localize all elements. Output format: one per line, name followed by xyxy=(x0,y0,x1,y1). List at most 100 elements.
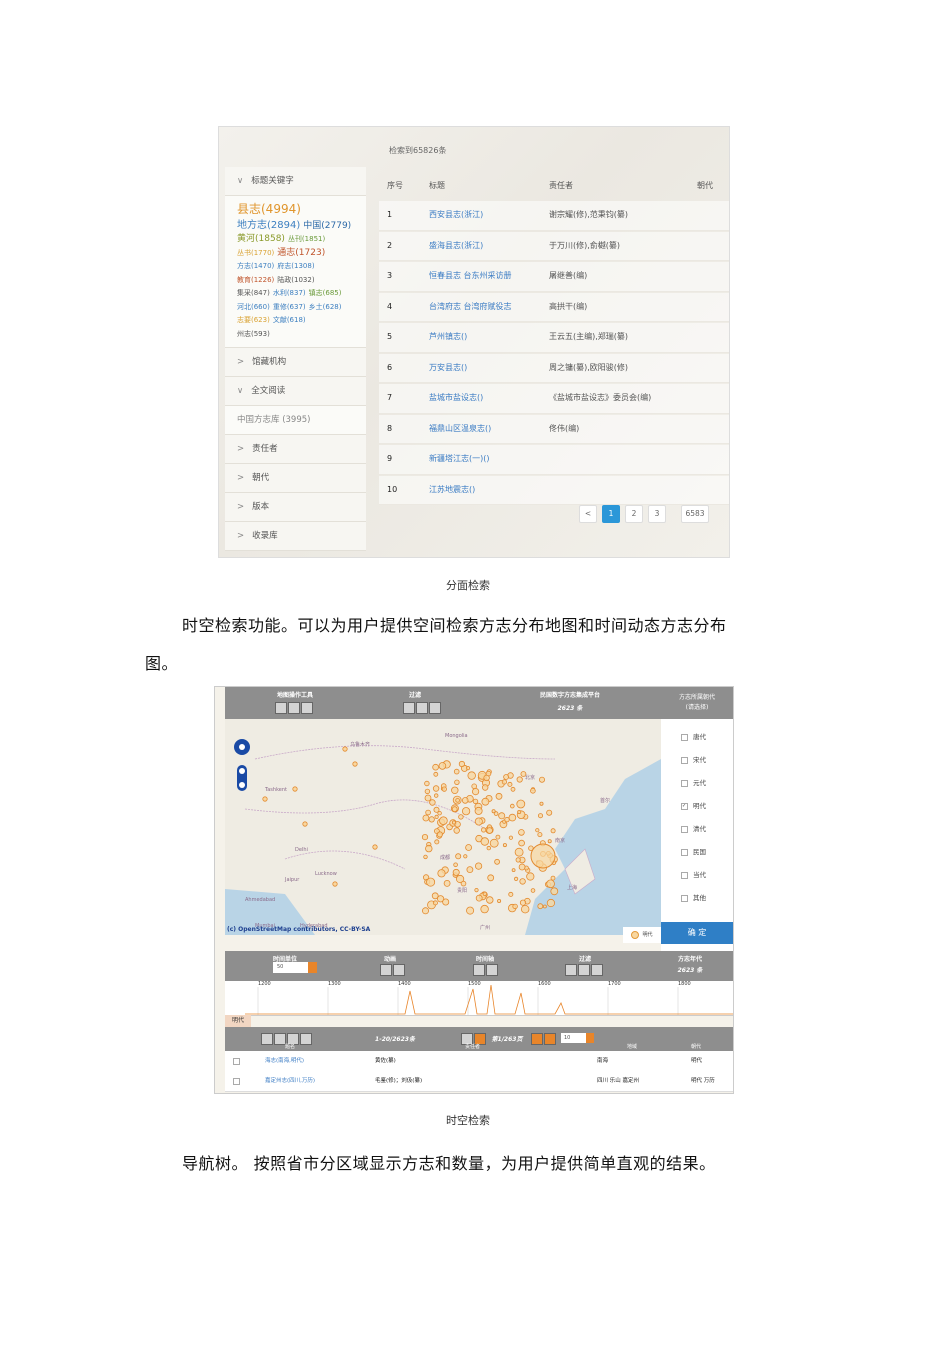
row-title-link[interactable]: 江苏地震志() xyxy=(429,476,475,505)
keyword-facet-item[interactable]: 县志(4994) xyxy=(237,202,301,216)
map-point xyxy=(458,760,465,768)
zoom-out-axis-icon[interactable] xyxy=(486,964,498,976)
facet-edition[interactable]: > 版本 xyxy=(225,493,366,522)
keyword-facet-item[interactable]: 方志(1470) xyxy=(237,262,274,270)
map-point xyxy=(481,797,490,806)
result-row[interactable]: 嘉定州志(四川,万历) 毛鉴(修)；刘伋(纂) 四川 乐山 嘉定州 明代 万历 xyxy=(225,1071,733,1092)
keyword-facet-item[interactable]: 地方志(2894) xyxy=(237,220,300,231)
legend-dot-icon xyxy=(631,930,640,939)
zoom-in-axis-icon[interactable] xyxy=(473,964,485,976)
map-point xyxy=(501,779,507,785)
filter-clear-icon[interactable] xyxy=(591,964,603,976)
row-title-link[interactable]: 万安县志() xyxy=(429,354,467,383)
facet-title-keyword[interactable]: ∨ 标题关键字 xyxy=(225,167,366,196)
checkbox[interactable] xyxy=(681,848,688,856)
pan-control[interactable] xyxy=(233,735,253,807)
keyword-facet-item[interactable]: 镇志(685) xyxy=(309,289,342,297)
facet-responsible[interactable]: > 责任者 xyxy=(225,435,366,464)
facet-fulltext[interactable]: ∨ 全文阅读 xyxy=(225,377,366,406)
dynasty-option[interactable]: 唐代 xyxy=(681,731,706,741)
map-tools-label: 地图操作工具 xyxy=(276,692,313,699)
filter-zoom-icon[interactable] xyxy=(565,964,577,976)
checkbox[interactable] xyxy=(681,779,688,787)
era-tab[interactable]: 明代 xyxy=(225,1015,251,1027)
checkbox[interactable] xyxy=(681,802,688,810)
map-point xyxy=(504,816,510,823)
sea-shape xyxy=(525,719,661,935)
dynasty-option[interactable]: 其他 xyxy=(681,892,706,902)
keyword-facet-item[interactable]: 丛书(1770) xyxy=(237,249,274,257)
prev-page-button[interactable]: < xyxy=(579,505,597,523)
row-title-link[interactable]: 西安县志(浙江) xyxy=(429,201,483,230)
keyword-facet-item[interactable]: 志要(623) xyxy=(237,316,270,324)
row-title-link[interactable]: 盐城市盐设志() xyxy=(429,384,483,413)
row-title-link[interactable]: 福鼎山区温泉志() xyxy=(429,415,491,444)
row-title-link[interactable]: 恒春县志 台东州采访册 xyxy=(429,262,512,291)
dynasty-option[interactable]: 明代 xyxy=(681,800,706,810)
keyword-facet-item[interactable]: 黄河(1858) xyxy=(237,234,285,244)
dynasty-option[interactable]: 元代 xyxy=(681,777,706,787)
pause-icon[interactable] xyxy=(393,964,405,976)
result-title-link[interactable]: 嘉定州志(四川,万历) xyxy=(265,1071,315,1091)
checkbox[interactable] xyxy=(681,871,688,879)
row-checkbox[interactable] xyxy=(233,1078,240,1085)
keyword-facet-item[interactable]: 河北(660) xyxy=(237,303,270,311)
keyword-facet-item[interactable]: 陆政(1032) xyxy=(277,276,314,284)
keyword-facet-item[interactable]: 文献(618) xyxy=(273,316,306,324)
result-row[interactable]: 海志(南海,明代) 黄佐(纂) 南海 明代 xyxy=(225,1051,733,1072)
keyword-facet-item[interactable]: 通志(1723) xyxy=(277,248,325,258)
keyword-facet-item[interactable]: 教育(1226) xyxy=(237,276,274,284)
keyword-facet-item[interactable]: 府志(1308) xyxy=(277,262,314,270)
play-icon[interactable] xyxy=(380,964,392,976)
checkbox[interactable] xyxy=(681,756,688,764)
clear-icon[interactable] xyxy=(429,702,441,714)
checkbox[interactable] xyxy=(681,825,688,833)
dynasty-option[interactable]: 当代 xyxy=(681,869,706,879)
facet-library[interactable]: > 收录库 xyxy=(225,522,366,551)
keyword-facet-item[interactable]: 集采(847) xyxy=(237,289,270,297)
timeline-chart[interactable]: 1200 1300 1400 1500 1600 1700 1800 xyxy=(225,981,733,1016)
page-button[interactable]: 3 xyxy=(648,505,666,523)
facet-collection[interactable]: > 馆藏机构 xyxy=(225,348,366,377)
keyword-facet-item[interactable]: 中国(2779) xyxy=(303,221,351,231)
time-unit-select[interactable]: 50 xyxy=(273,962,317,973)
map-point xyxy=(453,768,460,775)
map-point xyxy=(451,786,459,794)
polygon-tool-icon[interactable] xyxy=(301,702,313,714)
checkbox[interactable] xyxy=(681,894,688,902)
map-canvas[interactable] xyxy=(225,719,661,935)
keyword-facet-item[interactable]: 重修(637) xyxy=(273,303,306,311)
zoom-in-icon[interactable] xyxy=(403,702,415,714)
row-checkbox[interactable] xyxy=(233,1058,240,1065)
dynasty-option[interactable]: 清代 xyxy=(681,823,706,833)
keyword-facet-item[interactable]: 州志(593) xyxy=(237,330,270,338)
row-title-link[interactable]: 盛海县志(浙江) xyxy=(429,232,483,261)
map-point xyxy=(537,813,543,819)
dynasty-option[interactable]: 宋代 xyxy=(681,754,706,764)
keyword-facet-item[interactable]: 乡土(628) xyxy=(309,303,342,311)
row-title-link[interactable]: 台湾府志 台湾府赋役志 xyxy=(429,293,512,322)
page-button[interactable]: 1 xyxy=(602,505,620,523)
map-point xyxy=(486,845,491,851)
distribution-map[interactable]: 乌鲁木齐 Mongolia Tashkent Delhi Lucknow Jaipur Ah… xyxy=(225,719,661,935)
keyword-facet-item[interactable]: 丛刊(1851) xyxy=(288,235,325,243)
rect-tool-icon[interactable] xyxy=(288,702,300,714)
facet-fulltext-item[interactable]: 中国方志库 (3995) xyxy=(225,406,366,435)
confirm-button[interactable]: 确 定 xyxy=(661,922,733,944)
zoom-out-icon[interactable] xyxy=(416,702,428,714)
dynasty-option[interactable]: 民国 xyxy=(681,846,706,856)
checkbox[interactable] xyxy=(681,733,688,741)
keyword-facet-item[interactable]: 水利(837) xyxy=(273,289,306,297)
result-title-link[interactable]: 海志(南海,明代) xyxy=(265,1051,304,1071)
row-title-link[interactable]: 新疆塔江志(一)() xyxy=(429,445,489,474)
select-tool-icon[interactable] xyxy=(275,702,287,714)
filter-zoom-out-icon[interactable] xyxy=(578,964,590,976)
row-title-link[interactable]: 芦州镇志() xyxy=(429,323,467,352)
page-button[interactable]: 2 xyxy=(625,505,643,523)
timeline-toolbar: 时间单位 50 动画 时间轴 过滤 方志年代 2623 条 xyxy=(225,951,733,981)
page-size-select[interactable]: 10 xyxy=(561,1033,594,1043)
facet-dynasty[interactable]: > 朝代 xyxy=(225,464,366,493)
page-button[interactable]: 6583 xyxy=(681,505,709,523)
chevron-down-icon: ∨ xyxy=(237,386,244,396)
map-point xyxy=(480,904,489,914)
